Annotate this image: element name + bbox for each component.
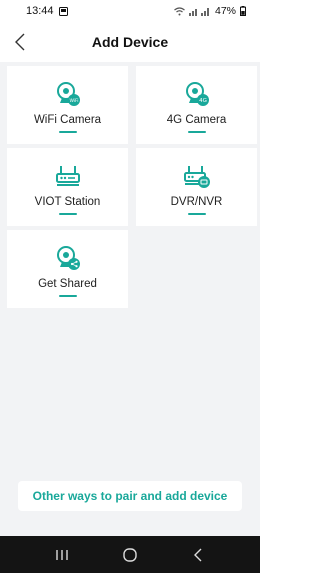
device-card-dvr-nvr[interactable]: DVR/NVR: [136, 148, 257, 226]
router-icon: [55, 166, 80, 186]
device-card-get-shared[interactable]: Get Shared: [7, 230, 128, 308]
card-underline: [58, 131, 77, 133]
device-card-4g-camera[interactable]: 4G 4G Camera: [136, 66, 257, 144]
header: Add Device: [0, 22, 260, 62]
page-title: Add Device: [91, 34, 169, 50]
device-label: Get Shared: [38, 278, 97, 290]
status-right: 47%: [174, 5, 246, 17]
device-label: VIOT Station: [34, 196, 101, 208]
status-bar: 13:44 47%: [0, 0, 260, 22]
card-underline: [187, 213, 206, 215]
dvr-nvr-icon: [183, 166, 210, 188]
back-button[interactable]: [8, 28, 32, 56]
system-back-button[interactable]: [183, 540, 213, 570]
battery-text: 47%: [214, 5, 236, 17]
home-icon: [123, 547, 137, 562]
signal-icon: [188, 7, 211, 16]
card-underline: [58, 213, 77, 215]
card-underline: [187, 131, 206, 133]
shared-camera-icon: [56, 246, 80, 270]
card-underline: [58, 295, 77, 297]
device-label: WiFi Camera: [33, 114, 102, 126]
status-left: 13:44: [26, 5, 68, 17]
device-card-wifi-camera[interactable]: WiFi WiFi Camera: [7, 66, 128, 144]
svg-text:WiFi: WiFi: [69, 98, 78, 104]
other-ways-button[interactable]: Other ways to pair and add device: [18, 481, 242, 511]
home-button[interactable]: [115, 540, 145, 570]
system-nav-bar: [0, 536, 260, 573]
device-label: DVR/NVR: [170, 196, 223, 208]
recents-button[interactable]: [47, 540, 77, 570]
device-grid: WiFi WiFi Camera 4G 4G Camera VIOT Stati…: [0, 62, 260, 536]
screenshot-icon: [58, 6, 68, 16]
battery-icon: [240, 6, 246, 16]
device-card-viot-station[interactable]: VIOT Station: [7, 148, 128, 226]
4g-camera-icon: 4G: [185, 82, 209, 106]
chevron-left-icon: [15, 33, 25, 51]
status-time: 13:44: [26, 5, 54, 17]
wifi-icon: [174, 6, 185, 16]
svg-text:4G: 4G: [199, 98, 207, 104]
back-icon: [194, 548, 202, 561]
recents-icon: [56, 549, 68, 560]
device-label: 4G Camera: [166, 114, 227, 126]
wifi-camera-icon: WiFi: [56, 82, 80, 106]
